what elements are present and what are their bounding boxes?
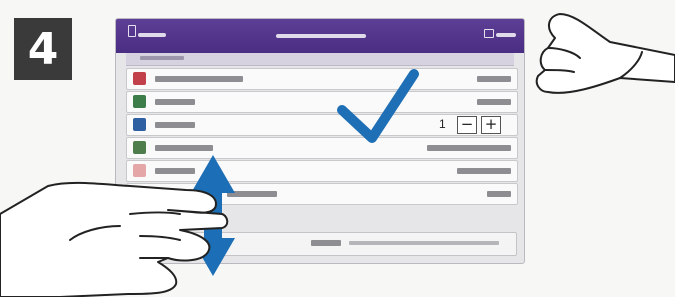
tapping-hand-icon (535, 13, 675, 94)
checkmark-icon (337, 69, 419, 143)
swiping-hand-icon (0, 181, 229, 297)
illustration-overlay (0, 13, 675, 297)
